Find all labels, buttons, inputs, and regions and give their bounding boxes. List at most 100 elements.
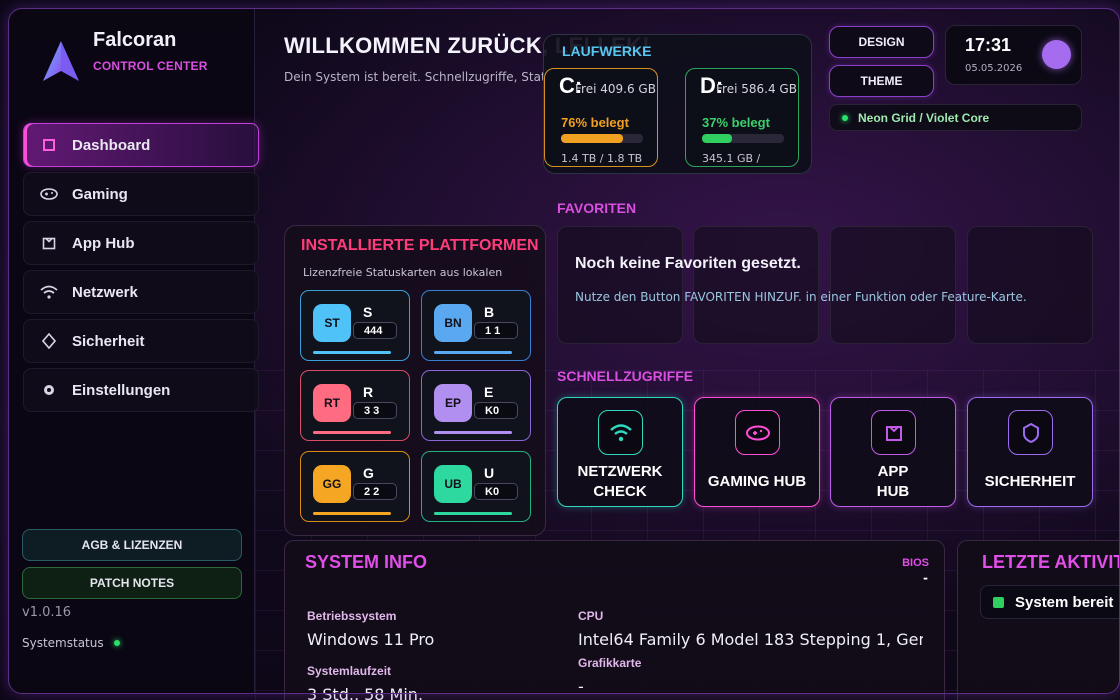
platform-card[interactable]: EP E K0	[421, 370, 531, 441]
sidebar-item-label: App Hub	[72, 234, 135, 252]
platform-bar	[434, 512, 512, 515]
profile-avatar[interactable]	[1042, 40, 1071, 69]
platforms-panel: INSTALLIERTE PLATTFORMEN Lizenzfreie Sta…	[284, 225, 546, 536]
quick-gaming-hub-button[interactable]: GAMING HUB	[694, 397, 820, 507]
gpu-label: Grafikkarte	[578, 656, 642, 670]
drive-size: 345.1 GB /	[702, 152, 761, 165]
activity-item: System bereit	[980, 585, 1120, 619]
sidebar-item-netzwerk[interactable]: Netzwerk	[23, 270, 259, 314]
sidebar-item-gaming[interactable]: Gaming	[23, 172, 259, 216]
quick-label: SICHERHEIT	[984, 473, 1076, 490]
sidebar-item-dashboard[interactable]: Dashboard	[23, 123, 259, 167]
os-label: Betriebssystem	[307, 609, 397, 623]
theme-indicator: Neon Grid / Violet Core	[829, 104, 1082, 131]
clock-time: 17:31	[965, 35, 1012, 55]
platforms-title: INSTALLIERTE PLATTFORMEN	[301, 237, 539, 254]
os-value: Windows 11 Pro	[307, 630, 435, 649]
sidebar-item-sicherheit[interactable]: Sicherheit	[23, 319, 259, 363]
favorite-slot[interactable]	[557, 226, 683, 344]
uptime-value: 3 Std., 58 Min.	[307, 685, 424, 700]
platform-card[interactable]: ST S 444	[300, 290, 410, 361]
gamepad-icon	[735, 410, 780, 455]
system-status: Systemstatus	[22, 636, 120, 650]
quick-netzwerk-check-button[interactable]: NETZWERK CHECK	[557, 397, 683, 507]
square-icon	[40, 136, 58, 154]
quick-access-title: SCHNELLZUGRIFFE	[557, 368, 694, 384]
design-button[interactable]: DESIGN	[829, 26, 934, 58]
platform-badge: ST	[313, 304, 351, 342]
platform-bar	[313, 512, 391, 515]
platform-name: R	[363, 384, 374, 400]
platform-bar	[313, 351, 391, 354]
activity-item-label: System bereit	[1015, 593, 1114, 611]
platform-card[interactable]: RT R 3 3	[300, 370, 410, 441]
quick-label: NETZWERK CHECK	[577, 463, 663, 500]
app-icon	[871, 410, 916, 455]
bios-label: BIOS	[902, 557, 929, 569]
platform-badge: RT	[313, 384, 351, 422]
sidebar-nav: Dashboard Gaming App Hub Netzwerk Sicher…	[23, 123, 259, 417]
platform-name: U	[484, 465, 495, 481]
platform-badge: BN	[434, 304, 472, 342]
theme-button[interactable]: THEME	[829, 65, 934, 97]
status-dot-icon	[113, 640, 120, 646]
shield-icon	[1008, 410, 1053, 455]
wifi-icon	[40, 283, 58, 301]
drive-card-c[interactable]: C: Frei 409.6 GB 76% belegt 1.4 TB / 1.8…	[544, 68, 658, 167]
activity-title: LETZTE AKTIVITÄTEN	[982, 552, 1120, 572]
system-info-panel: SYSTEM INFO BIOS - Betriebssystem Window…	[284, 540, 945, 700]
falcoran-logo-icon	[43, 41, 79, 81]
drive-usage-bar	[702, 134, 784, 143]
platform-bar	[313, 431, 391, 434]
favorite-slot[interactable]	[693, 226, 819, 344]
gamepad-icon	[40, 185, 58, 203]
sidebar: Falcoran CONTROL CENTER Dashboard Gaming…	[9, 9, 259, 693]
quick-label: APP HUB	[876, 463, 910, 500]
favorites-empty-title: Noch keine Favoriten gesetzt.	[575, 255, 801, 272]
drive-size: 1.4 TB / 1.8 TB	[561, 152, 643, 165]
platform-name: E	[484, 384, 494, 400]
agb-licenses-button[interactable]: AGB & LIZENZEN	[22, 529, 242, 561]
sidebar-item-label: Einstellungen	[72, 381, 171, 399]
platform-badge: UB	[434, 465, 472, 503]
drives-panel: LAUFWERKE C: Frei 409.6 GB 76% belegt 1.…	[543, 34, 812, 174]
sidebar-item-label: Sicherheit	[72, 332, 145, 350]
platform-card[interactable]: BN B 1 1	[421, 290, 531, 361]
bios-value: -	[923, 571, 928, 585]
brand-subtitle: CONTROL CENTER	[93, 59, 208, 73]
patch-notes-button[interactable]: PATCH NOTES	[22, 567, 242, 599]
cpu-value: Intel64 Family 6 Model 183 Stepping 1, G…	[578, 630, 923, 649]
platform-value: K0	[474, 402, 518, 419]
drive-usage-fill	[561, 134, 624, 143]
uptime-label: Systemlaufzeit	[307, 664, 392, 678]
system-info-title: SYSTEM INFO	[305, 552, 428, 572]
platform-value: 3 3	[353, 402, 397, 419]
drives-title: LAUFWERKE	[562, 43, 652, 59]
gear-icon	[40, 381, 58, 399]
status-square-icon	[993, 596, 1004, 608]
favorite-slot[interactable]	[967, 226, 1093, 344]
drive-free: Frei 409.6 GB	[575, 82, 656, 96]
sidebar-item-label: Gaming	[72, 185, 128, 203]
drive-used: 37% belegt	[702, 115, 770, 130]
platform-value: 444	[353, 322, 397, 339]
sidebar-item-app-hub[interactable]: App Hub	[23, 221, 259, 265]
quick-sicherheit-button[interactable]: SICHERHEIT	[967, 397, 1093, 507]
favorite-slot[interactable]	[830, 226, 956, 344]
drive-free: Frei 586.4 GB	[716, 82, 797, 96]
cpu-label: CPU	[578, 609, 604, 623]
app-icon	[40, 234, 58, 252]
version-label: v1.0.16	[22, 605, 72, 620]
sidebar-item-label: Netzwerk	[72, 283, 138, 301]
platform-value: K0	[474, 483, 518, 500]
platform-card[interactable]: UB U K0	[421, 451, 531, 522]
sidebar-item-einstellungen[interactable]: Einstellungen	[23, 368, 259, 412]
platform-value: 1 1	[474, 322, 518, 339]
theme-name: Neon Grid / Violet Core	[858, 110, 990, 125]
shield-icon	[40, 332, 58, 350]
clock-widget: 17:31 05.05.2026	[945, 25, 1082, 85]
drive-card-d[interactable]: D: Frei 586.4 GB 37% belegt 345.1 GB /	[685, 68, 799, 167]
platform-card[interactable]: GG G 2 2	[300, 451, 410, 522]
quick-app-hub-button[interactable]: APP HUB	[830, 397, 956, 507]
favorites-empty-hint: Nutze den Button FAVORITEN HINZUF. in ei…	[575, 290, 1027, 304]
